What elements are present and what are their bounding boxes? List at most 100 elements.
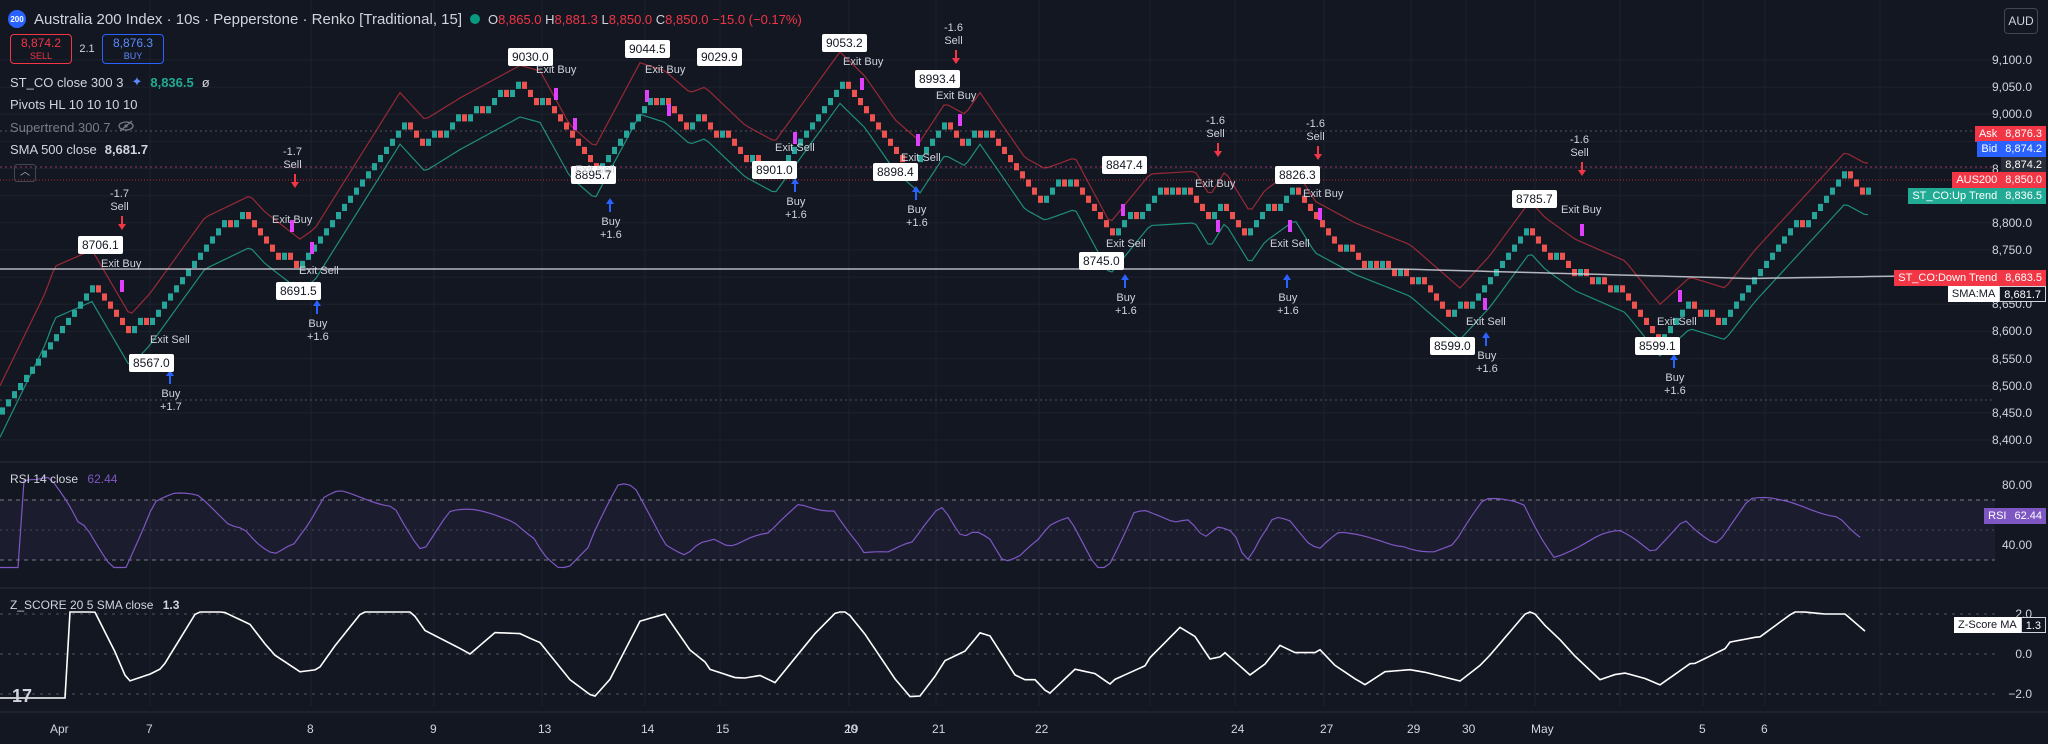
down-brick [870,114,875,122]
legend-pivots[interactable]: Pivots HL 10 10 10 10 [10,97,137,112]
legend-st-co[interactable]: ST_CO close 300 3 ✦ 8,836.5 ø [10,74,210,90]
down-brick [894,146,899,154]
price-tag: AUS200 8,850.0 [1952,172,2046,188]
down-brick [990,130,995,138]
up-brick [1044,195,1049,203]
hidden-eye-icon[interactable] [118,120,135,135]
buy-signal: Buy +1.6 [1664,372,1686,397]
up-brick [150,317,155,325]
buy-button[interactable]: 8,876.3 BUY [102,34,164,64]
price-tag: Ask 8,876.3 [1974,126,2046,142]
up-brick [1596,277,1601,285]
up-brick [1770,252,1775,260]
up-brick [54,334,59,342]
down-brick [954,130,959,138]
down-brick [1320,220,1325,228]
currency-button[interactable]: AUD [2004,8,2038,34]
down-brick [1338,244,1343,252]
collapse-legend-button[interactable]: ︿ [14,164,36,182]
up-brick [66,317,71,325]
chart-title[interactable]: Australia 200 Index · 10s · Pepperstone … [34,11,462,28]
up-brick [1524,228,1529,236]
down-brick [564,122,569,130]
settings-icon[interactable]: ✦ [131,74,142,90]
up-brick [78,301,83,309]
up-brick [1290,187,1295,195]
up-brick [618,138,623,146]
down-brick [1332,236,1337,244]
down-brick [702,114,707,122]
pivot-label: 8567.0 [129,354,174,372]
signal-marker-icon [916,134,920,146]
legend-sma[interactable]: SMA 500 close 8,681.7 [10,142,148,157]
up-brick [720,130,725,138]
down-brick [588,155,593,163]
x-axis-label: 14 [641,722,655,736]
down-brick [1848,171,1853,179]
x-axis-label: 8 [307,722,314,736]
x-axis-label: 27 [1320,722,1334,736]
down-brick [708,122,713,130]
down-brick [1104,220,1109,228]
up-brick [366,171,371,179]
up-brick [450,122,455,130]
legend-rsi[interactable]: RSI 14 close 62.44 [10,472,117,486]
up-brick [372,163,377,171]
up-brick [24,374,29,382]
legend-zscore[interactable]: Z_SCORE 20 5 SMA close 1.3 [10,598,179,612]
down-brick [414,130,419,138]
down-brick [1110,228,1115,236]
up-brick [186,269,191,277]
exit-signal: Exit Buy [645,64,686,76]
y-axis-label: 9,100.0 [1991,53,2032,67]
sell-signal: -1.6 Sell [1570,134,1589,159]
sell-arrow-icon [952,58,960,64]
down-brick [1692,301,1697,309]
up-brick [1818,203,1823,211]
down-brick [1566,260,1571,268]
up-brick [342,203,347,211]
down-brick [1308,203,1313,211]
up-brick [1764,260,1769,268]
up-brick [60,326,65,334]
sell-arrow-icon [118,224,126,230]
pivot-label: 8847.4 [1102,156,1147,174]
legend-supertrend[interactable]: Supertrend 300 7 [10,120,135,135]
down-brick [1710,309,1715,317]
up-brick [510,89,515,97]
up-brick [42,350,47,358]
x-axis-label: 7 [146,722,153,736]
chart-canvas[interactable] [0,0,2048,744]
up-brick [696,114,701,122]
down-brick [570,130,575,138]
up-brick [132,326,137,334]
signal-marker-icon [1580,224,1584,236]
signal-marker-icon [573,118,577,130]
price-tag: 8,874.2 [2001,157,2046,173]
up-brick [840,81,845,89]
symbol-icon[interactable]: 200 [8,10,26,28]
buy-signal: Buy +1.6 [307,318,329,343]
down-brick [1626,293,1631,301]
up-brick [402,122,407,130]
up-brick [432,130,437,138]
down-brick [888,138,893,146]
up-brick [1146,203,1151,211]
down-brick [264,236,269,244]
down-brick [948,122,953,130]
up-brick [690,122,695,130]
up-brick [90,285,95,293]
tradingview-logo[interactable]: 17 [12,686,32,707]
exit-signal: Exit Buy [1303,188,1344,200]
up-brick [660,98,665,106]
down-brick [1080,187,1085,195]
x-axis-label: May [1531,722,1554,736]
sell-button[interactable]: 8,874.2 SELL [10,34,72,64]
up-brick [1254,220,1259,228]
up-brick [1578,269,1583,277]
down-brick [1638,309,1643,317]
down-brick [1188,187,1193,195]
y-axis-label: 8,450.0 [1991,405,2032,420]
up-brick [1116,228,1121,236]
up-brick [1068,179,1073,187]
